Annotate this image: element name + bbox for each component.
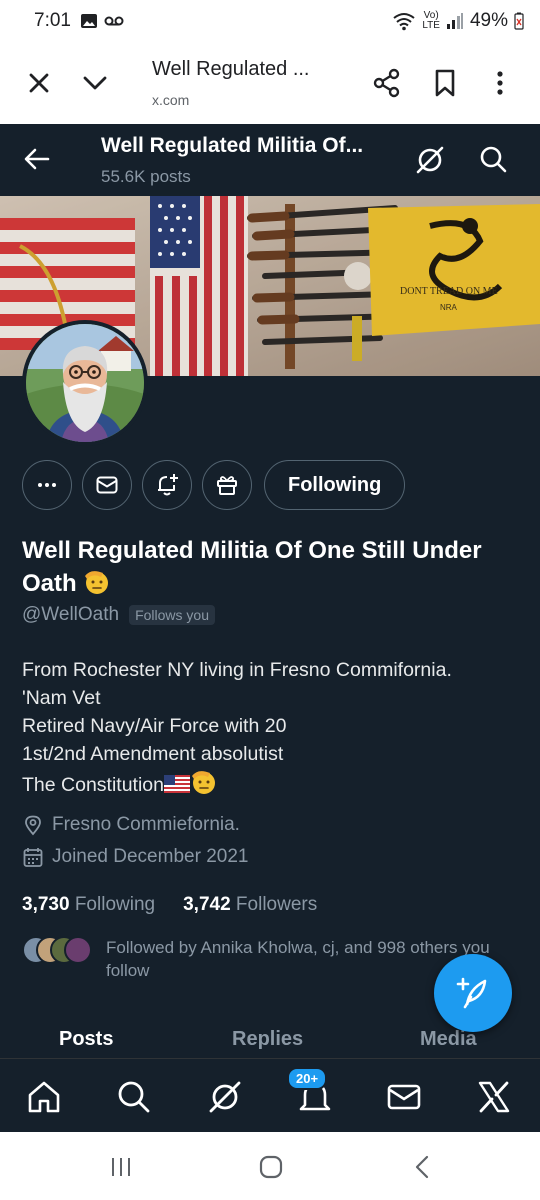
following-button[interactable]: Following <box>264 460 406 510</box>
message-button[interactable] <box>82 460 132 510</box>
voicemail-icon <box>104 16 124 26</box>
bio-line: 'Nam Vet <box>22 687 101 709</box>
mutual-avatars <box>22 936 92 966</box>
mail-icon <box>96 476 118 494</box>
notifications-button[interactable] <box>142 460 192 510</box>
following-count: 3,730 <box>22 894 70 915</box>
followers-count: 3,742 <box>183 894 231 915</box>
handle-row: @WellOath Follows you <box>22 604 215 626</box>
follow-counts: 3,730 Following 3,742 Followers <box>22 894 317 916</box>
profile-location: Fresno Commiefornia. <box>22 814 240 836</box>
x-profile-page: Well Regulated Militia Of... 55.6K posts <box>0 124 540 1132</box>
close-icon[interactable] <box>24 68 54 98</box>
tab-posts[interactable]: Posts <box>59 1028 113 1051</box>
wifi-icon <box>393 13 415 31</box>
chevron-down-icon[interactable] <box>80 68 110 98</box>
compose-icon <box>456 977 487 1009</box>
signal-icon <box>446 13 463 29</box>
profile-action-row: Following <box>22 460 406 512</box>
battery-icon <box>514 12 524 30</box>
status-bar: 7:01 Vo) LTE 49% <box>0 0 540 44</box>
more-horizontal-icon <box>38 483 56 487</box>
mutual-avatar <box>64 936 92 964</box>
follows-you-badge: Follows you <box>129 605 215 625</box>
calendar-icon <box>23 848 43 867</box>
bio-line: 1st/2nd Amendment absolutist <box>22 743 284 765</box>
bookmark-icon[interactable] <box>432 68 458 98</box>
us-flag-emoji <box>164 775 190 793</box>
subscribe-gift-button[interactable] <box>202 460 252 510</box>
following-count-link[interactable]: 3,730 Following <box>22 894 155 916</box>
bio-line: Retired Navy/Air Force with 20 <box>22 715 287 737</box>
header-profile-name: Well Regulated Militia Of... <box>101 134 364 157</box>
location-text: Fresno Commiefornia. <box>52 814 240 835</box>
profile-joined: Joined December 2021 <box>22 846 248 868</box>
tab-replies[interactable]: Replies <box>232 1028 303 1051</box>
notification-add-icon <box>158 474 178 496</box>
grok-icon[interactable] <box>207 1079 243 1115</box>
more-vertical-icon[interactable] <box>488 68 512 98</box>
salute-emoji <box>192 771 215 794</box>
profile-handle: @WellOath <box>22 604 120 625</box>
followers-label: Followers <box>235 894 318 915</box>
notification-badge: 20+ <box>287 1067 328 1090</box>
system-navigation-bar <box>0 1132 540 1200</box>
search-icon[interactable] <box>116 1079 152 1115</box>
home-icon[interactable] <box>26 1079 62 1115</box>
bio-line: From Rochester NY living in Fresno Commi… <box>22 659 452 681</box>
page-url[interactable]: x.com <box>152 92 189 108</box>
profile-avatar[interactable] <box>22 320 148 446</box>
header-posts-count: 55.6K posts <box>101 167 191 186</box>
salute-emoji <box>85 571 109 594</box>
bio-line-constitution: The Constitution <box>22 768 522 799</box>
gift-icon <box>217 476 237 495</box>
profile-bio: From Rochester NY living in Fresno Commi… <box>22 656 522 799</box>
mail-icon[interactable] <box>386 1079 422 1115</box>
status-time: 7:01 <box>34 10 71 31</box>
search-icon[interactable] <box>478 144 508 174</box>
share-icon[interactable] <box>372 68 402 98</box>
bio-line-text: The Constitution <box>22 774 164 796</box>
x-logo-icon[interactable] <box>476 1079 512 1115</box>
following-label: Following <box>74 894 156 915</box>
more-options-button[interactable] <box>22 460 72 510</box>
grok-icon[interactable] <box>414 144 446 176</box>
network-type: Vo) LTE <box>422 10 440 31</box>
back-button-icon[interactable] <box>408 1152 438 1182</box>
compose-post-button[interactable] <box>434 954 512 1032</box>
battery-level: 49% <box>469 10 508 31</box>
home-button-icon[interactable] <box>256 1152 286 1182</box>
page-title: Well Regulated ... <box>152 58 310 80</box>
profile-top-header: Well Regulated Militia Of... 55.6K posts <box>0 124 540 196</box>
bottom-navigation: 20+ <box>0 1058 540 1132</box>
avatar-portrait <box>26 324 144 442</box>
recent-apps-icon[interactable] <box>106 1152 136 1182</box>
browser-toolbar: Well Regulated ... x.com <box>0 44 540 124</box>
location-icon <box>25 815 41 836</box>
back-arrow-icon[interactable] <box>22 144 52 174</box>
gallery-icon <box>81 14 97 28</box>
followers-count-link[interactable]: 3,742 Followers <box>183 894 317 916</box>
joined-text: Joined December 2021 <box>52 846 249 867</box>
profile-display-name: Well Regulated Militia Of One Still Unde… <box>22 534 522 600</box>
